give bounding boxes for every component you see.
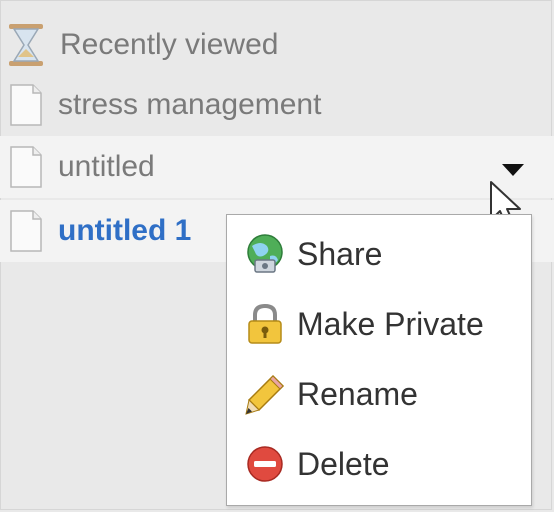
list-item-label: stress management	[58, 88, 322, 121]
triangle-down-icon	[502, 164, 524, 176]
list-item-label: untitled	[58, 150, 155, 183]
list-item-label: untitled 1	[58, 214, 192, 247]
context-menu: Share Make Private Rename Delete	[226, 214, 532, 506]
document-icon	[10, 146, 42, 188]
menu-item-rename[interactable]: Rename	[227, 363, 531, 425]
item-menu-dropdown-button[interactable]	[498, 160, 528, 180]
share-globe-icon	[247, 234, 283, 273]
document-icon	[10, 84, 42, 126]
menu-item-share[interactable]: Share	[227, 223, 531, 285]
hourglass-icon	[9, 24, 43, 66]
recently-viewed-label: Recently viewed	[60, 28, 279, 61]
menu-item-label: Make Private	[297, 305, 484, 342]
document-icon	[10, 210, 42, 252]
menu-item-label: Rename	[297, 375, 418, 412]
list-item-untitled[interactable]: untitled	[0, 136, 554, 198]
lock-icon	[248, 303, 282, 344]
menu-item-delete[interactable]: Delete	[227, 433, 531, 495]
menu-item-label: Share	[297, 235, 383, 272]
delete-icon	[247, 446, 283, 482]
menu-item-make-private[interactable]: Make Private	[227, 293, 531, 355]
recently-viewed-row[interactable]: Recently viewed	[0, 14, 554, 76]
list-item-stress-management[interactable]: stress management	[0, 74, 554, 136]
menu-item-label: Delete	[297, 445, 390, 482]
pencil-icon	[245, 374, 285, 415]
